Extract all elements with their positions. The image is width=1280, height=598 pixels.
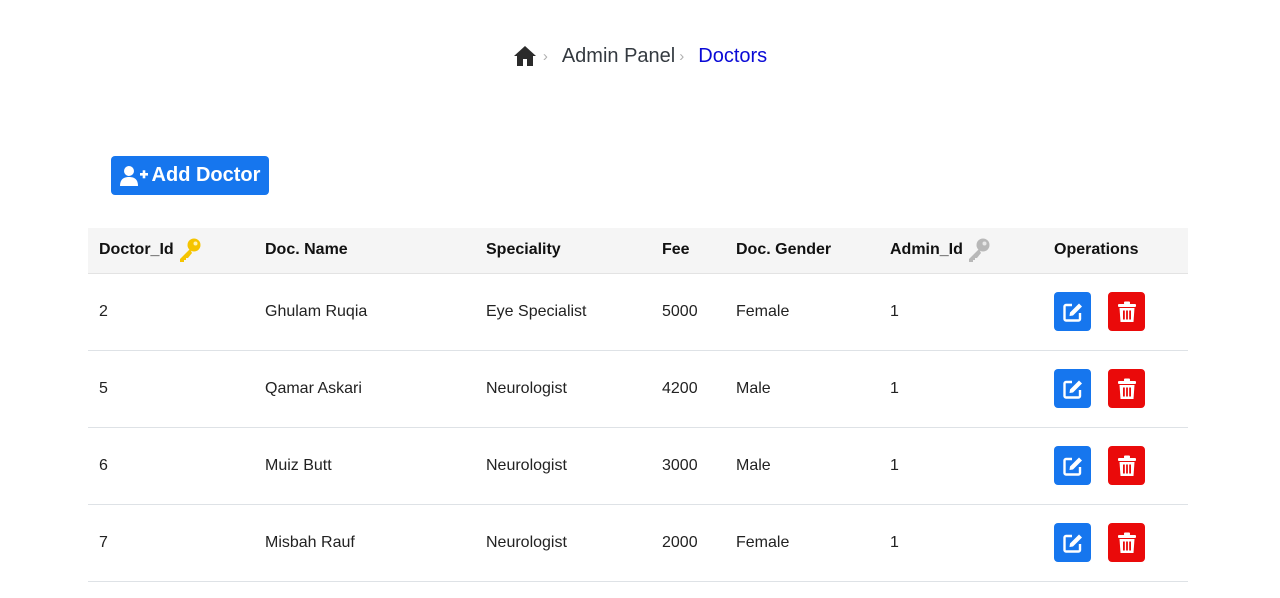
cell-operations <box>1043 350 1188 428</box>
cell-admin-id: 1 <box>879 504 1043 582</box>
trash-icon <box>1117 301 1136 322</box>
column-header-operations: Operations <box>1043 228 1188 274</box>
table-row: 6 Muiz Butt Neurologist 3000 Male 1 <box>88 427 1188 505</box>
breadcrumb-admin-panel[interactable]: Admin Panel <box>562 45 675 68</box>
trash-icon <box>1117 532 1136 553</box>
trash-icon <box>1117 378 1136 399</box>
cell-doc-gender: Female <box>725 273 879 351</box>
column-header-doctor-id: Doctor_Id <box>88 228 254 274</box>
column-header-doc-gender: Doc. Gender <box>725 228 879 274</box>
edit-icon <box>1062 457 1082 476</box>
breadcrumb-separator: › <box>679 47 685 65</box>
cell-doctor-id: 6 <box>88 427 254 505</box>
delete-button[interactable] <box>1108 523 1146 562</box>
cell-doctor-id: 7 <box>88 504 254 582</box>
cell-speciality: Eye Specialist <box>475 273 651 351</box>
cell-operations <box>1043 273 1188 351</box>
cell-admin-id: 1 <box>879 273 1043 351</box>
cell-fee: 2000 <box>651 504 725 582</box>
table-row: 7 Misbah Rauf Neurologist 2000 Female 1 <box>88 504 1188 582</box>
cell-doc-name: Misbah Rauf <box>254 504 475 582</box>
cell-doctor-id: 2 <box>88 273 254 351</box>
edit-button[interactable] <box>1054 446 1091 485</box>
cell-doc-gender: Male <box>725 427 879 505</box>
cell-doctor-id: 5 <box>88 350 254 428</box>
edit-button[interactable] <box>1054 523 1091 562</box>
column-header-doc-name: Doc. Name <box>254 228 475 274</box>
column-header-admin-id: Admin_Id <box>879 228 1043 274</box>
breadcrumb-doctors: Doctors <box>698 44 768 67</box>
table-row: 2 Ghulam Ruqia Eye Specialist 5000 Femal… <box>88 273 1188 351</box>
add-doctor-button[interactable]: Add Doctor <box>111 156 269 195</box>
edit-icon <box>1062 303 1082 322</box>
cell-fee: 4200 <box>651 350 725 428</box>
doctors-table: Doctor_Id Doc. Name Speciality Fee Doc. … <box>88 228 1188 582</box>
cell-doc-name: Ghulam Ruqia <box>254 273 475 351</box>
cell-doc-name: Qamar Askari <box>254 350 475 428</box>
cell-fee: 5000 <box>651 273 725 351</box>
cell-doc-gender: Female <box>725 504 879 582</box>
table-row: 5 Qamar Askari Neurologist 4200 Male 1 <box>88 350 1188 428</box>
breadcrumb-separator: › <box>542 47 548 65</box>
user-plus-icon <box>119 165 148 187</box>
add-doctor-label: Add Doctor <box>151 164 261 186</box>
cell-operations <box>1043 504 1188 582</box>
column-header-speciality: Speciality <box>475 228 651 274</box>
edit-button[interactable] <box>1054 292 1091 331</box>
edit-icon <box>1062 380 1082 399</box>
foreign-key-icon <box>965 237 991 263</box>
delete-button[interactable] <box>1108 446 1146 485</box>
cell-doc-name: Muiz Butt <box>254 427 475 505</box>
delete-button[interactable] <box>1108 292 1146 331</box>
edit-icon <box>1062 534 1082 553</box>
cell-admin-id: 1 <box>879 350 1043 428</box>
cell-speciality: Neurologist <box>475 350 651 428</box>
edit-button[interactable] <box>1054 369 1091 408</box>
primary-key-icon <box>176 237 202 263</box>
cell-doc-gender: Male <box>725 350 879 428</box>
delete-button[interactable] <box>1108 369 1146 408</box>
cell-speciality: Neurologist <box>475 504 651 582</box>
cell-fee: 3000 <box>651 427 725 505</box>
breadcrumb: › Admin Panel › Doctors <box>0 44 1280 68</box>
cell-speciality: Neurologist <box>475 427 651 505</box>
table-header-row: Doctor_Id Doc. Name Speciality Fee Doc. … <box>88 228 1188 274</box>
column-header-fee: Fee <box>651 228 725 274</box>
cell-operations <box>1043 427 1188 505</box>
home-icon[interactable] <box>513 44 539 68</box>
cell-admin-id: 1 <box>879 427 1043 505</box>
trash-icon <box>1117 455 1136 476</box>
